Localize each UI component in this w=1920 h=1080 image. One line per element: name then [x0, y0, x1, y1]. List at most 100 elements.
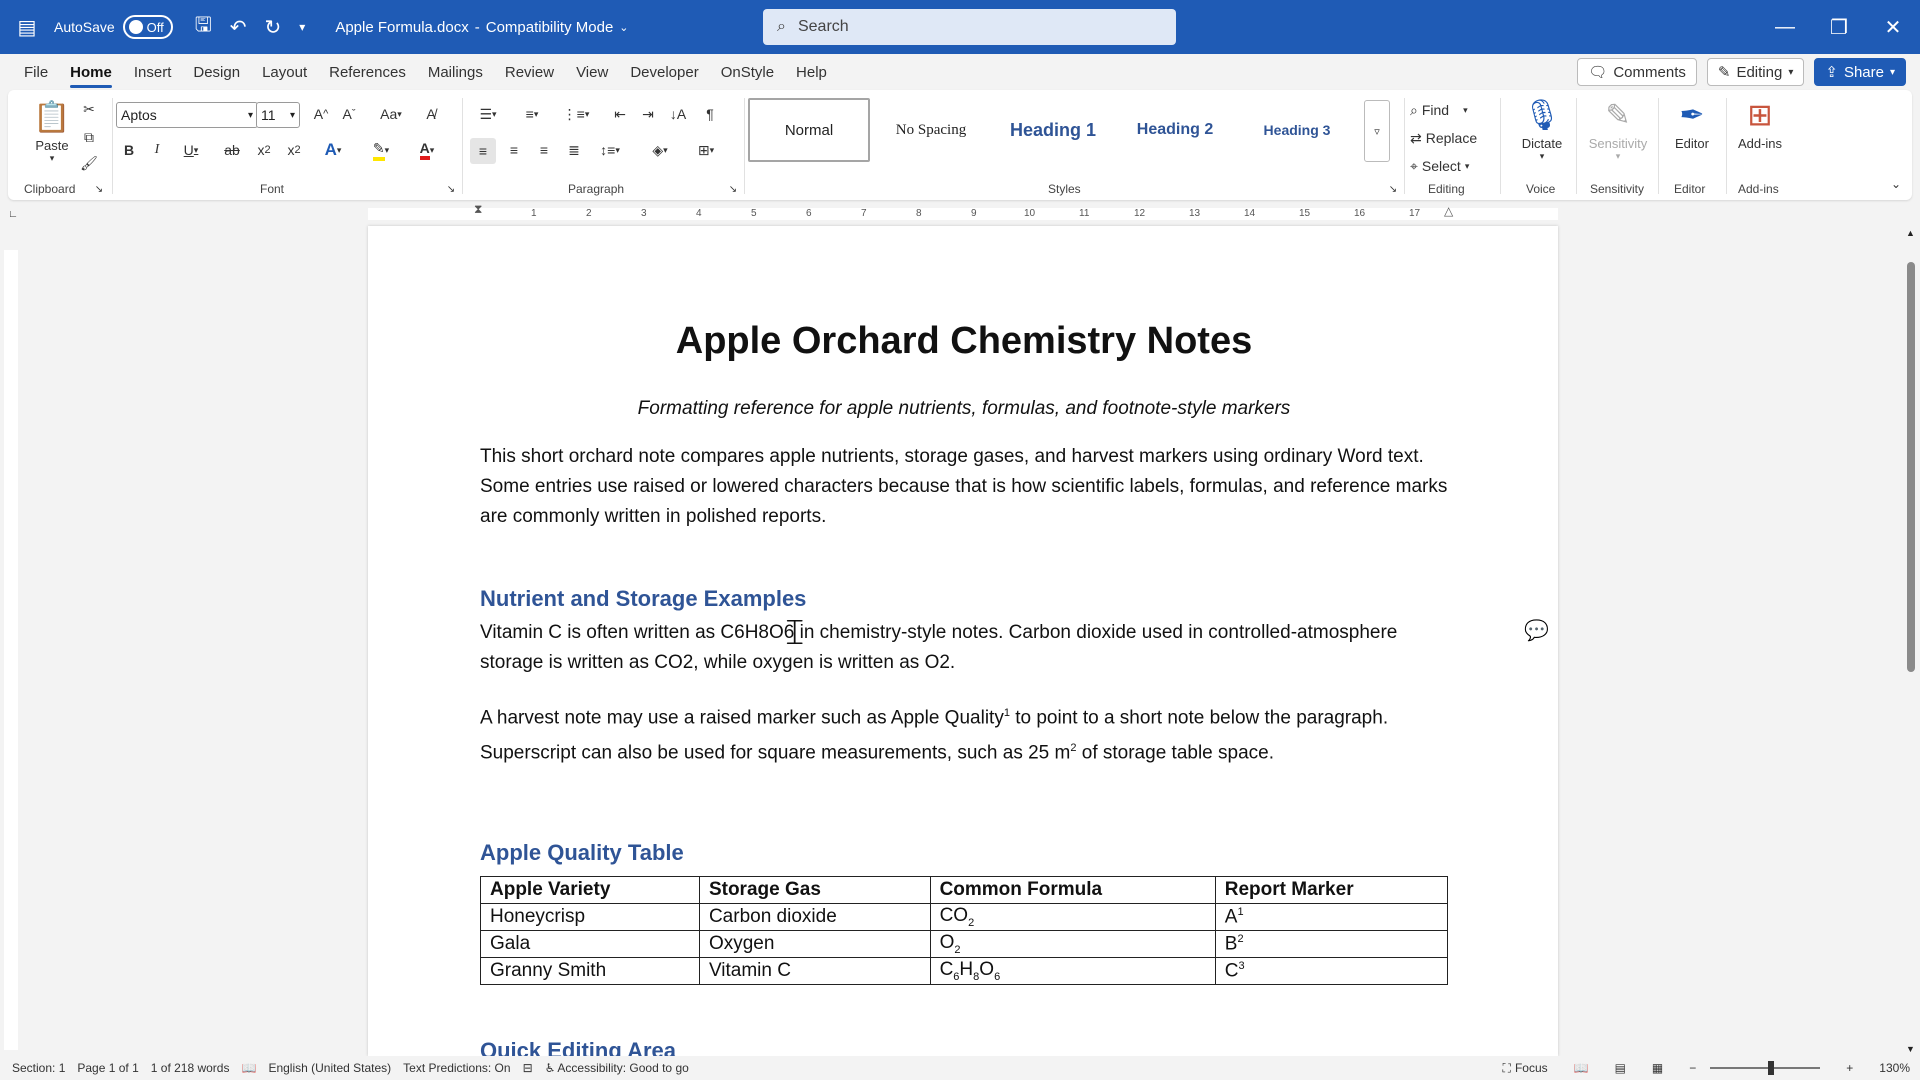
tab-view[interactable]: View	[565, 54, 619, 90]
editor-button[interactable]: ✒ Editor	[1664, 94, 1720, 152]
numbering-icon[interactable]: ≡ ▾	[514, 102, 550, 126]
heading-table[interactable]: Apple Quality Table	[480, 840, 684, 866]
table-cell-marker[interactable]: B2	[1214, 930, 1449, 958]
show-marks-icon[interactable]: ¶	[698, 102, 722, 126]
table-header-cell[interactable]: Common Formula	[929, 876, 1216, 904]
word-app-icon[interactable]: ▤	[0, 0, 54, 54]
borders-icon[interactable]: ⊞ ▾	[688, 138, 724, 162]
print-layout-icon[interactable]: ▤	[1615, 1061, 1626, 1075]
subscript-icon[interactable]: x2	[252, 138, 276, 162]
shading-icon[interactable]: ◈ ▾	[642, 138, 678, 162]
superscript-icon[interactable]: x2	[282, 138, 306, 162]
paste-button[interactable]: 📋 Paste ▾	[28, 96, 76, 164]
collapse-ribbon-icon[interactable]: ⌄	[1886, 174, 1906, 194]
zoom-in-icon[interactable]: +	[1846, 1061, 1853, 1075]
decrease-indent-icon[interactable]: ⇤	[608, 102, 632, 126]
horizontal-ruler[interactable]: 1 2 3 4 5 6 7 8 9 10 11 12 13 14 15 16 1…	[368, 202, 1558, 220]
tab-home[interactable]: Home	[59, 54, 123, 90]
shrink-font-icon[interactable]: Aˇ	[338, 102, 360, 126]
scroll-up-icon[interactable]: ▲	[1906, 228, 1915, 238]
heading-quick-editing[interactable]: Quick Editing Area	[480, 1038, 676, 1056]
style-no-spacing[interactable]: No Spacing	[870, 98, 992, 162]
italic-icon[interactable]: I	[146, 138, 168, 162]
scroll-thumb[interactable]	[1907, 262, 1915, 672]
tab-help[interactable]: Help	[785, 54, 838, 90]
redo-icon[interactable]: ↻	[265, 15, 282, 40]
undo-icon[interactable]: ↶	[230, 15, 247, 40]
tab-selector-icon[interactable]: ∟	[6, 206, 20, 222]
text-effects-icon[interactable]: A ▾	[316, 138, 350, 162]
share-button[interactable]: ⇪ Share ▾	[1814, 58, 1906, 86]
table-cell-variety[interactable]: Granny Smith	[480, 957, 700, 985]
focus-icon[interactable]: ⛶	[1503, 1061, 1511, 1076]
indent-marker-icon[interactable]: ⧗	[474, 202, 482, 217]
clear-formatting-icon[interactable]: A̸	[420, 102, 442, 126]
doc-subtitle[interactable]: Formatting reference for apple nutrients…	[480, 398, 1448, 420]
vertical-scrollbar[interactable]: ▲ ▼	[1904, 226, 1918, 1056]
styles-more-icon[interactable]: ▿	[1364, 100, 1390, 162]
find-button[interactable]: ⌕ Find ▾	[1410, 98, 1494, 122]
tab-insert[interactable]: Insert	[123, 54, 183, 90]
autosave-toggle[interactable]: Off	[122, 15, 173, 39]
table-header-cell[interactable]: Storage Gas	[698, 876, 931, 904]
table-cell-gas[interactable]: Oxygen	[698, 930, 931, 958]
format-painter-icon[interactable]: 🖌	[78, 152, 100, 174]
close-icon[interactable]: ✕	[1866, 0, 1920, 54]
select-button[interactable]: ⌖ Select ▾	[1410, 154, 1494, 178]
increase-indent-icon[interactable]: ⇥	[636, 102, 660, 126]
status-page[interactable]: Page 1 of 1	[77, 1061, 138, 1075]
doc-title[interactable]: Apple Orchard Chemistry Notes	[480, 320, 1448, 363]
cut-icon[interactable]: ✂	[78, 98, 100, 120]
tab-review[interactable]: Review	[494, 54, 565, 90]
add-comment-icon[interactable]: 💬	[1524, 618, 1549, 643]
align-right-icon[interactable]: ≡	[532, 138, 556, 162]
grow-font-icon[interactable]: A ^	[310, 102, 332, 126]
vitamin-paragraph[interactable]: Vitamin C is often written as C6H8O6 in …	[480, 618, 1448, 678]
table-cell-variety[interactable]: Honeycrisp	[480, 903, 700, 931]
replace-button[interactable]: ⇄ Replace	[1410, 126, 1494, 150]
bullets-icon[interactable]: ☰ ▾	[470, 102, 506, 126]
table-cell-gas[interactable]: Vitamin C	[698, 957, 931, 985]
font-size-box[interactable]: 11 ▾	[256, 102, 300, 128]
tab-file[interactable]: File	[13, 54, 59, 90]
minimize-icon[interactable]: —	[1758, 0, 1812, 54]
status-zoom[interactable]: 130%	[1879, 1061, 1910, 1075]
table-cell-variety[interactable]: Gala	[480, 930, 700, 958]
align-left-icon[interactable]: ≡	[470, 138, 496, 164]
proofing-icon[interactable]: 📖	[241, 1061, 256, 1075]
justify-icon[interactable]: ≣	[562, 138, 586, 162]
dialog-launcher-icon[interactable]: ↘	[92, 182, 106, 196]
zoom-out-icon[interactable]: −	[1689, 1061, 1696, 1075]
right-indent-marker-icon[interactable]: △	[1444, 204, 1453, 218]
save-icon[interactable]: 🖫	[195, 10, 212, 44]
table-cell-marker[interactable]: C3	[1214, 957, 1449, 985]
addins-button[interactable]: ⊞ Add-ins	[1732, 94, 1788, 152]
table-cell-marker[interactable]: A1	[1214, 903, 1449, 931]
highlight-icon[interactable]: ✎ ▾	[364, 138, 398, 162]
style-heading-1[interactable]: Heading 1	[992, 98, 1114, 162]
dialog-launcher-icon[interactable]: ↘	[1386, 182, 1400, 196]
status-words[interactable]: 1 of 218 words	[151, 1061, 230, 1075]
status-section[interactable]: Section: 1	[12, 1061, 65, 1075]
harvest-paragraph[interactable]: A harvest note may use a raised marker s…	[480, 698, 1448, 769]
document-page[interactable]: Apple Orchard Chemistry Notes Formatting…	[368, 226, 1558, 1056]
multilevel-list-icon[interactable]: ⋮≡ ▾	[558, 102, 594, 126]
table-header-cell[interactable]: Report Marker	[1214, 876, 1449, 904]
sort-icon[interactable]: ↓A	[666, 102, 690, 126]
apple-quality-table[interactable]: Apple Variety Storage Gas Common Formula…	[480, 876, 1449, 985]
table-cell-formula[interactable]: O2	[929, 930, 1216, 958]
zoom-slider-knob[interactable]	[1768, 1061, 1775, 1075]
intro-paragraph[interactable]: This short orchard note compares apple n…	[480, 442, 1448, 532]
zoom-slider[interactable]	[1710, 1061, 1821, 1075]
status-language[interactable]: English (United States)	[268, 1061, 391, 1075]
web-layout-icon[interactable]: ▦	[1652, 1061, 1663, 1075]
status-predictions[interactable]: Text Predictions: On	[403, 1061, 510, 1075]
heading-nutrient[interactable]: Nutrient and Storage Examples	[480, 586, 806, 612]
accessibility-icon[interactable]: ♿	[545, 1061, 556, 1075]
dictate-button[interactable]: 🎙 Dictate ▾	[1514, 94, 1570, 162]
tab-layout[interactable]: Layout	[251, 54, 318, 90]
underline-icon[interactable]: U ▾	[174, 138, 208, 162]
scroll-down-icon[interactable]: ▼	[1906, 1044, 1915, 1054]
bold-icon[interactable]: B	[118, 138, 140, 162]
line-spacing-icon[interactable]: ↕≡ ▾	[592, 138, 628, 162]
